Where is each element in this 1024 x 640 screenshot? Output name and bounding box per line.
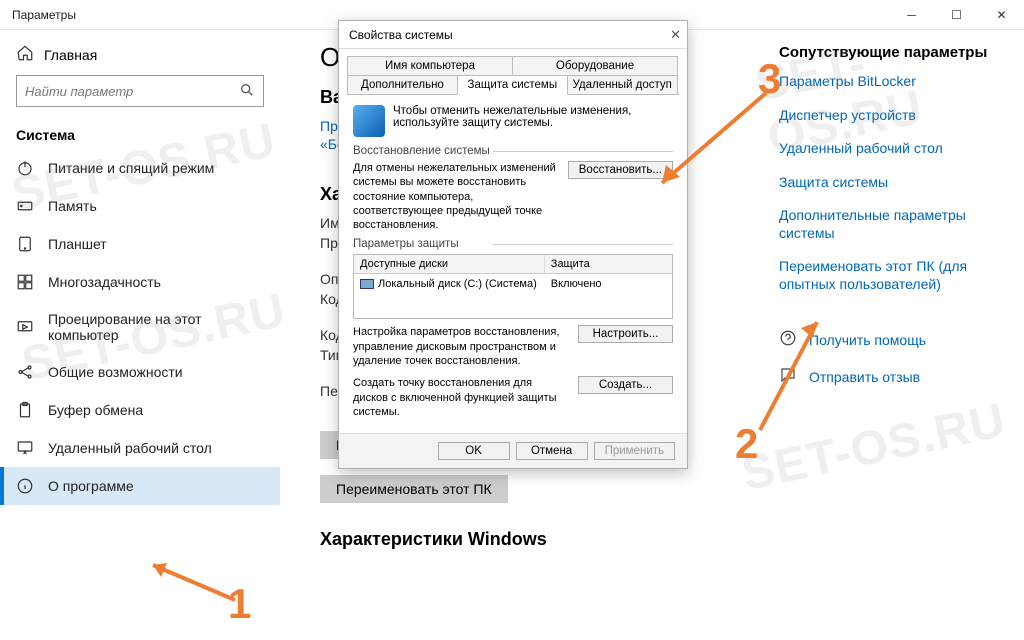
sidebar-item-label: Память (48, 198, 97, 214)
sidebar-item-label: Многозадачность (48, 274, 161, 290)
sidebar-item-label: Удаленный рабочий стол (48, 440, 212, 456)
cancel-button[interactable]: Отмена (516, 442, 588, 460)
sidebar-item-label: О программе (48, 478, 134, 494)
sidebar-item-tablet[interactable]: Планшет (0, 225, 280, 263)
related-heading: Сопутствующие параметры (779, 44, 994, 61)
drive-list[interactable]: Доступные диски Защита Локальный диск (C… (353, 254, 673, 319)
windows-chars-heading: Характеристики Windows (320, 529, 1004, 550)
tab-computer-name[interactable]: Имя компьютера (347, 56, 513, 75)
dialog-title: Свойства системы (349, 28, 453, 42)
search-placeholder: Найти параметр (25, 84, 239, 99)
annotation-1: 1 (228, 580, 251, 628)
sidebar: Главная Найти параметр Система Питание и… (0, 30, 280, 640)
clipboard-icon (16, 401, 34, 419)
group-settings-title: Параметры защиты (353, 238, 673, 250)
dialog-intro-text: Чтобы отменить нежелательные изменения, … (393, 105, 673, 137)
sidebar-item-multitask[interactable]: Многозадачность (0, 263, 280, 301)
drive-row[interactable]: Локальный диск (C:) (Система) Включено (354, 274, 672, 294)
sidebar-item-storage[interactable]: Память (0, 187, 280, 225)
configure-button[interactable]: Настроить... (578, 325, 673, 343)
sidebar-item-label: Буфер обмена (48, 402, 143, 418)
project-icon (16, 318, 34, 336)
home-label: Главная (44, 47, 97, 63)
sidebar-item-project[interactable]: Проецирование на этот компьютер (0, 301, 280, 353)
sidebar-item-about[interactable]: О программе (0, 467, 280, 505)
annotation-3: 3 (758, 55, 781, 103)
sidebar-item-shared[interactable]: Общие возможности (0, 353, 280, 391)
link-rename-advanced[interactable]: Переименовать этот ПК (для опытных польз… (779, 258, 994, 293)
multitask-icon (16, 273, 34, 291)
col-drives: Доступные диски (354, 255, 545, 273)
create-button[interactable]: Создать... (578, 376, 673, 394)
remote-icon (16, 439, 34, 457)
group-restore-title: Восстановление системы (353, 145, 673, 157)
storage-icon (16, 197, 34, 215)
col-protection: Защита (545, 255, 672, 273)
section-heading: Система (0, 121, 280, 149)
link-remote-desktop[interactable]: Удаленный рабочий стол (779, 140, 994, 158)
search-input[interactable]: Найти параметр (16, 75, 264, 107)
tab-hardware[interactable]: Оборудование (512, 56, 678, 75)
power-icon (16, 159, 34, 177)
home-link[interactable]: Главная (0, 38, 280, 75)
drive-protection: Включено (545, 278, 672, 290)
dialog-close-button[interactable]: ✕ (670, 27, 681, 43)
sidebar-item-label: Общие возможности (48, 364, 183, 380)
configure-description: Настройка параметров восстановления, упр… (353, 325, 570, 368)
window-title: Параметры (0, 8, 76, 22)
annotation-2: 2 (735, 420, 758, 468)
tab-advanced[interactable]: Дополнительно (347, 75, 458, 94)
tab-system-protection[interactable]: Защита системы (457, 75, 568, 95)
sidebar-item-remote[interactable]: Удаленный рабочий стол (0, 429, 280, 467)
link-system-protection[interactable]: Защита системы (779, 174, 994, 192)
rename-pc-button[interactable]: Переименовать этот ПК (320, 475, 508, 503)
sidebar-item-label: Проецирование на этот компьютер (48, 311, 264, 343)
sidebar-item-label: Планшет (48, 236, 107, 252)
shield-icon (353, 105, 385, 137)
drive-name: Локальный диск (C:) (Система) (378, 278, 537, 290)
shared-icon (16, 363, 34, 381)
sidebar-item-clipboard[interactable]: Буфер обмена (0, 391, 280, 429)
search-icon (239, 82, 255, 101)
system-properties-dialog: Свойства системы ✕ Имя компьютера Оборуд… (338, 20, 688, 469)
home-icon (16, 44, 34, 65)
link-device-manager[interactable]: Диспетчер устройств (779, 107, 994, 125)
maximize-button[interactable]: ☐ (934, 0, 979, 30)
restore-description: Для отмены нежелательных изменений систе… (353, 161, 560, 232)
sidebar-item-label: Питание и спящий режим (48, 160, 214, 176)
link-bitlocker[interactable]: Параметры BitLocker (779, 73, 994, 91)
ok-button[interactable]: OK (438, 442, 510, 460)
link-advanced-system[interactable]: Дополнительные параметры системы (779, 207, 994, 242)
disk-icon (360, 279, 374, 289)
dialog-titlebar: Свойства системы ✕ (339, 21, 687, 49)
sidebar-item-power[interactable]: Питание и спящий режим (0, 149, 280, 187)
apply-button[interactable]: Применить (594, 442, 675, 460)
dialog-tabs: Имя компьютера Оборудование Дополнительн… (347, 56, 679, 95)
close-button[interactable]: ✕ (979, 0, 1024, 30)
info-icon (16, 477, 34, 495)
create-description: Создать точку восстановления для дисков … (353, 376, 570, 419)
minimize-button[interactable]: ─ (889, 0, 934, 30)
tablet-icon (16, 235, 34, 253)
window-controls: ─ ☐ ✕ (889, 0, 1024, 30)
arrow-2 (745, 310, 835, 440)
